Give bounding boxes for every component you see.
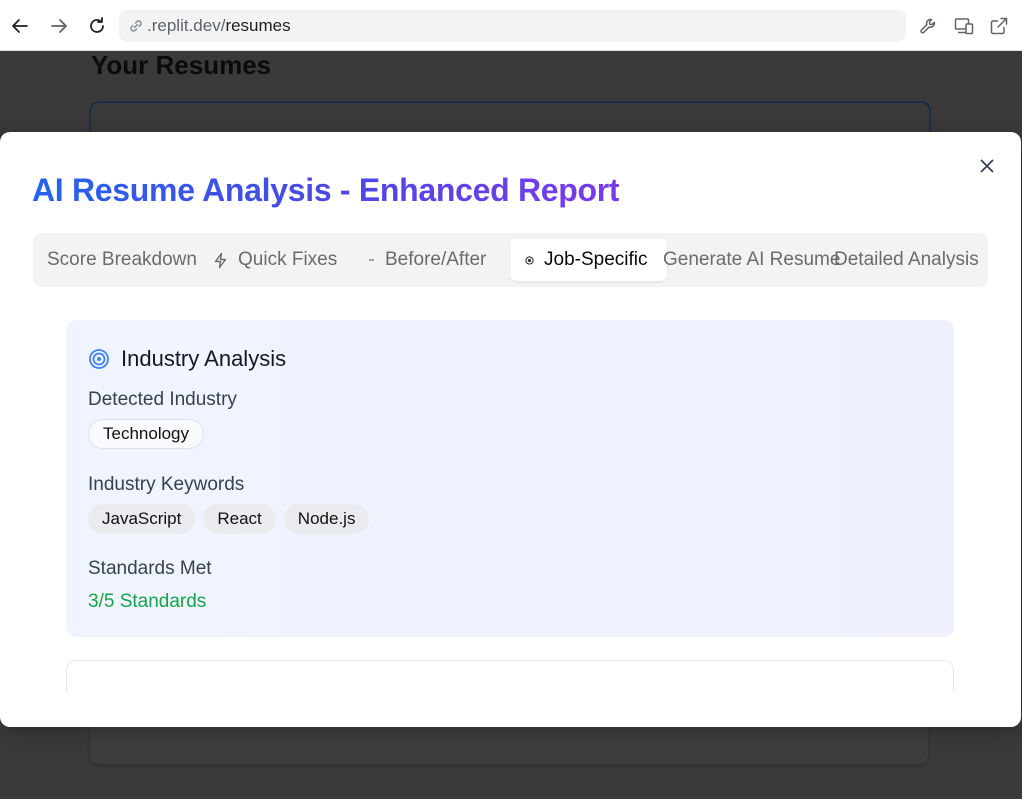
forward-icon[interactable] [48,15,70,37]
external-link-icon[interactable] [988,15,1010,37]
target-small-icon [525,255,534,265]
page-title: Your Resumes [91,50,272,80]
analysis-modal: AI Resume Analysis - Enhanced Report Sco… [0,132,1021,727]
link-icon [130,20,142,32]
tab-label: Quick Fixes [238,249,338,270]
tab-generate-ai-resume[interactable]: Generate AI Resume [663,239,840,281]
dash-icon [369,258,375,262]
zap-icon [213,252,228,269]
target-icon [89,349,109,369]
industry-keywords-label: Industry Keywords [88,474,245,495]
tab-label: Detailed Analysis [834,249,979,270]
tab-label: Job-Specific [544,249,648,270]
keyword-badge: JavaScript [88,504,196,534]
card-header: Industry Analysis [88,346,286,372]
detected-industry-row: Technology [88,419,205,449]
tab-label: Before/After [385,249,487,270]
tab-detailed-analysis[interactable]: Detailed Analysis [834,239,979,281]
standards-value: 3/5 Standards [88,591,207,612]
keyword-list: JavaScript React Node.js [88,504,370,534]
industry-analysis-card: Industry Analysis Detected Industry Tech… [66,320,954,637]
detected-industry-label: Detected Industry [88,389,237,410]
standards-met-label: Standards Met [88,558,212,579]
tab-label: Generate AI Resume [663,249,841,270]
tab-before-after[interactable]: Before/After [369,239,486,281]
keyword-badge: Node.js [283,504,370,534]
address-bar[interactable]: .replit.dev/resumes [119,10,906,42]
url-domain: .replit.dev/ [147,16,226,35]
card-title: Industry Analysis [121,346,287,371]
tab-list: Score Breakdown Quick Fixes Before/After… [33,233,988,287]
browser-toolbar: .replit.dev/resumes [0,0,1022,51]
reload-icon[interactable] [86,15,108,37]
tab-score-breakdown[interactable]: Score Breakdown [47,239,197,281]
tab-job-specific[interactable]: Job-Specific [510,239,667,281]
tab-quick-fixes[interactable]: Quick Fixes [213,239,337,281]
wrench-icon[interactable] [918,15,940,37]
devices-icon[interactable] [953,15,975,37]
tab-label: Score Breakdown [47,249,197,270]
resume-card-footer [90,726,928,764]
back-icon[interactable] [9,15,31,37]
tab-panel[interactable]: Industry Analysis Detected Industry Tech… [0,287,1021,692]
close-icon[interactable] [977,156,997,176]
industry-badge: Technology [88,419,205,449]
modal-title: AI Resume Analysis - Enhanced Report [32,172,620,208]
keyword-badge: React [203,504,276,534]
url-path: resumes [225,16,291,35]
next-section-card [66,660,954,692]
